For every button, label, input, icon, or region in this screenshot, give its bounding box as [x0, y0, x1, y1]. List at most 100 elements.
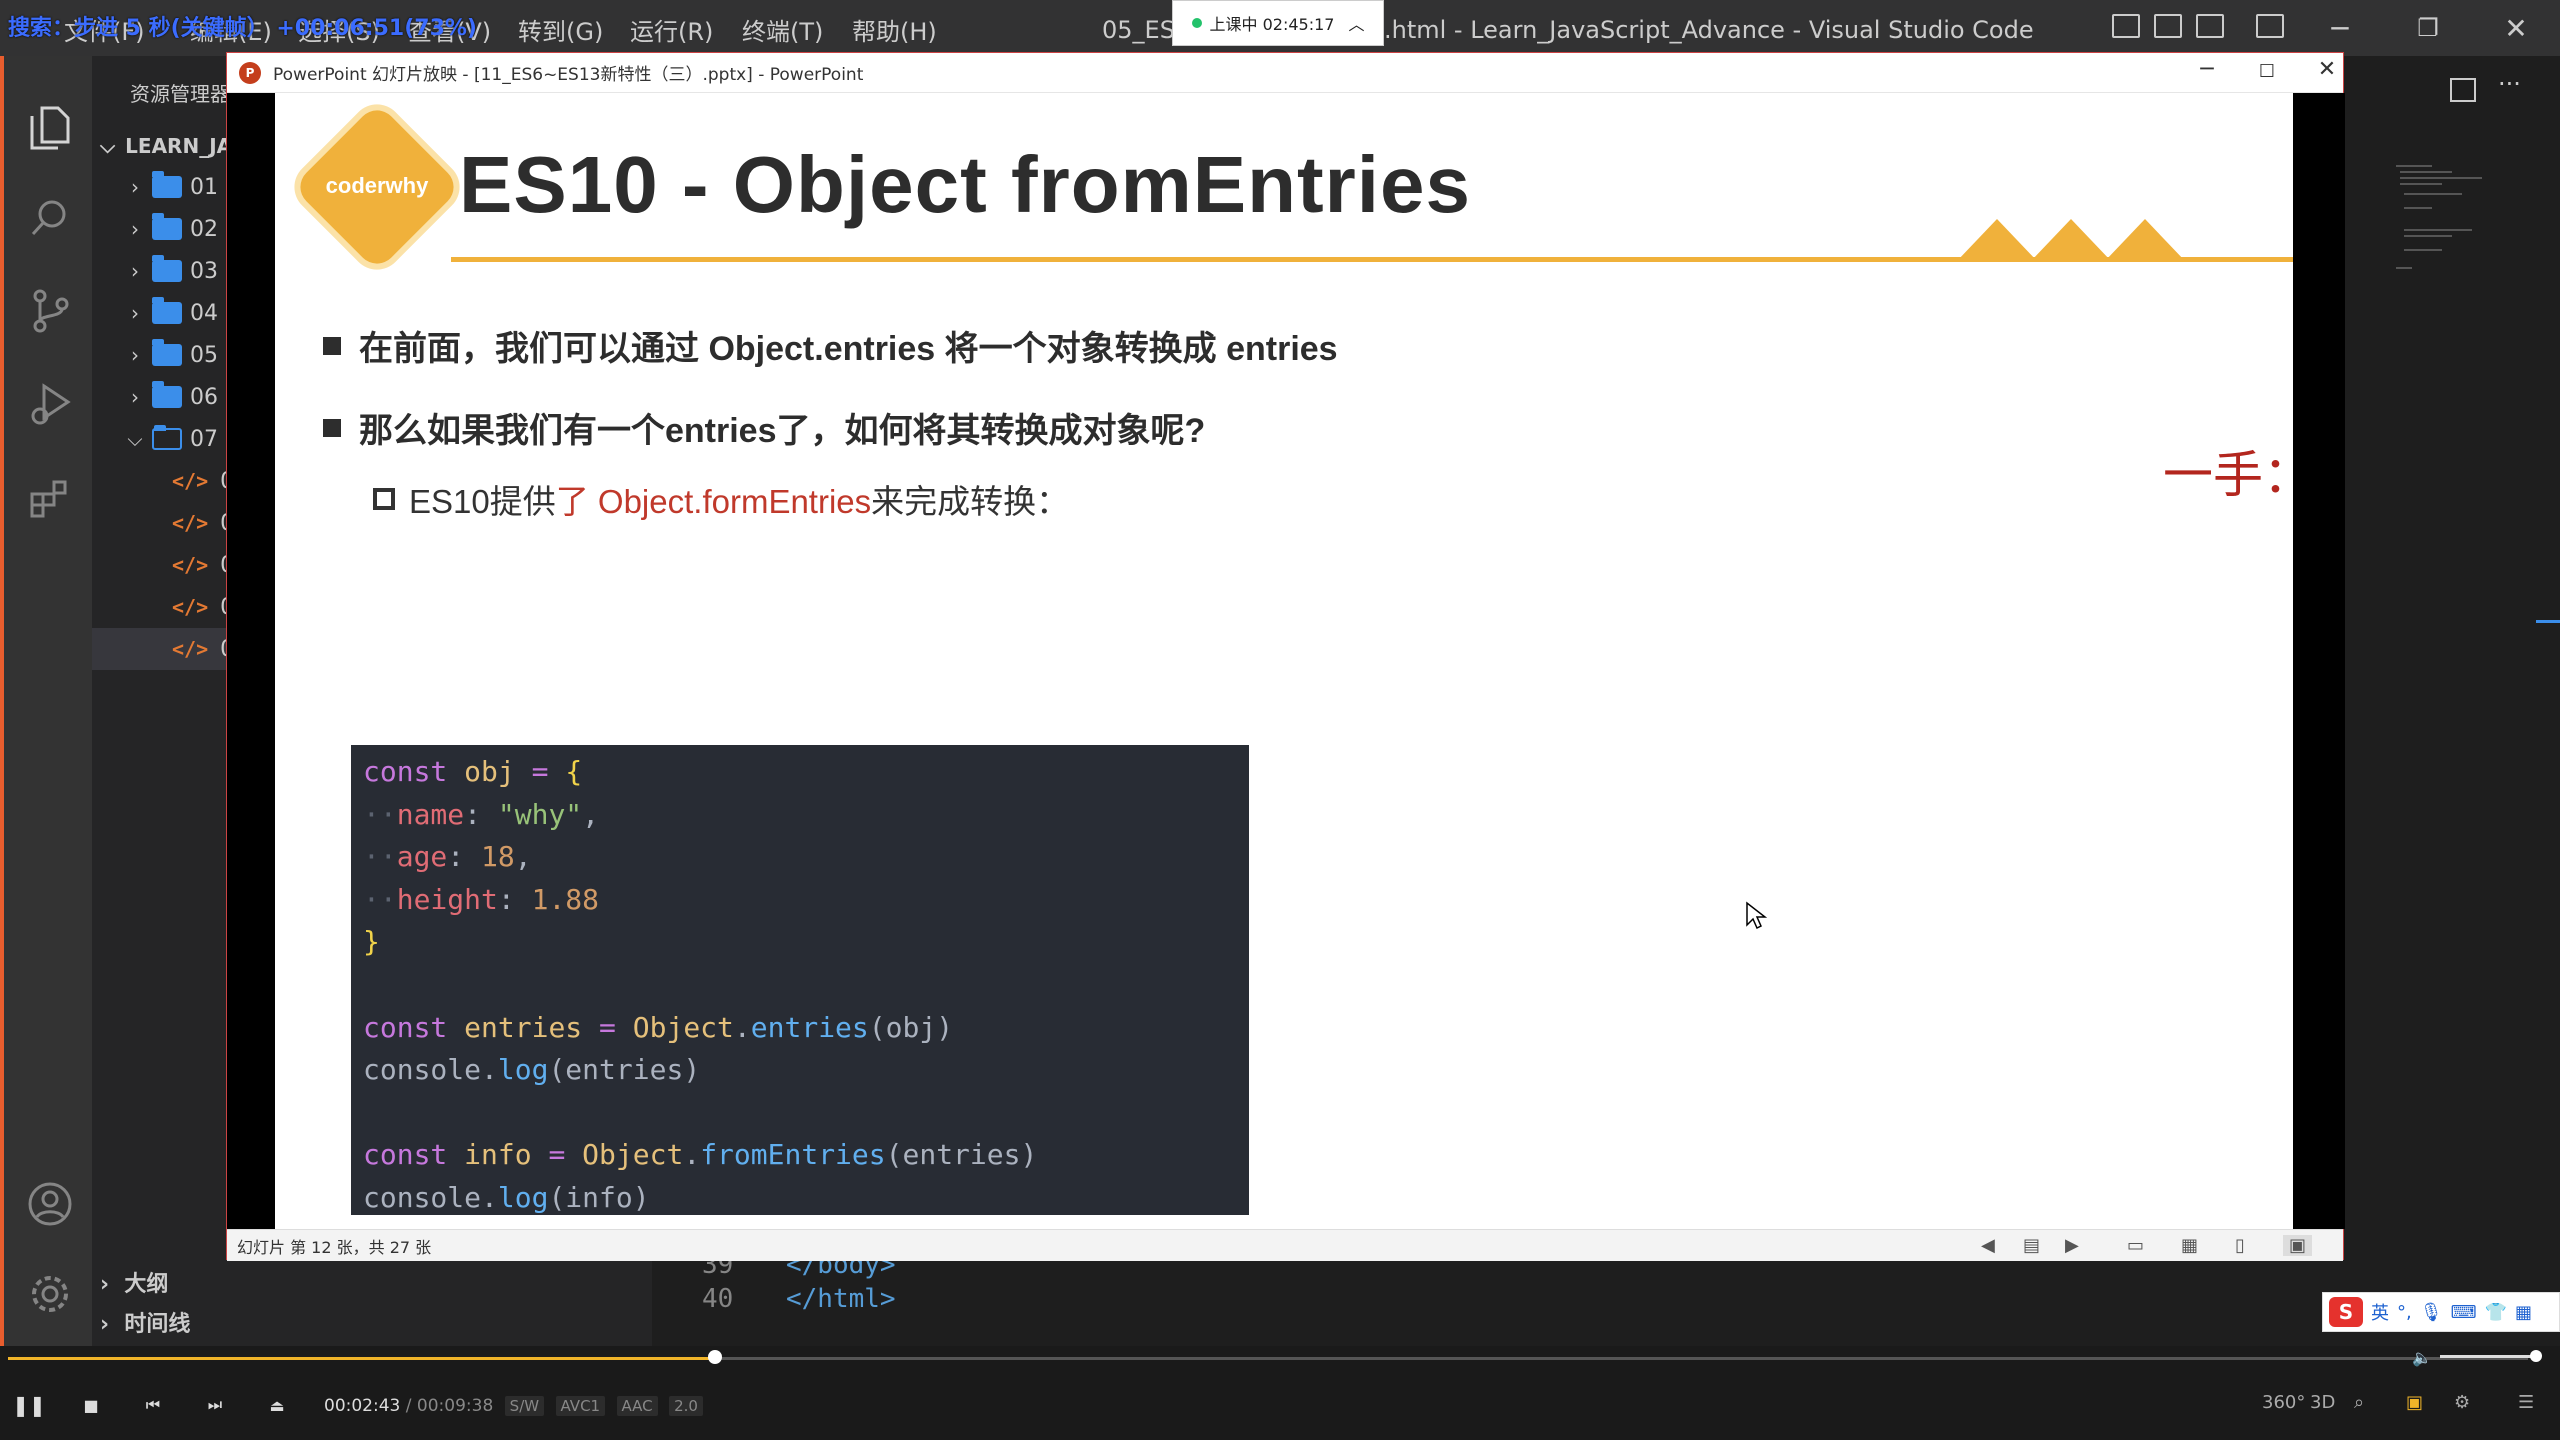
slide-sorter-icon[interactable]: ▦ [2181, 1235, 2198, 1256]
menu-terminal[interactable]: 终端(T) [742, 12, 823, 47]
folder-icon [152, 339, 182, 366]
chevron-up-icon[interactable]: ︿ [1348, 11, 1364, 35]
menu-icon[interactable]: ☰ [2518, 1392, 2534, 1413]
volume-slider[interactable] [2440, 1355, 2540, 1358]
run-debug-icon[interactable] [22, 376, 78, 432]
progress-played[interactable] [8, 1357, 714, 1360]
class-status-badge[interactable]: 上课中 02:45:17 ︿ [1172, 0, 1384, 46]
tree-folder[interactable]: › 05 [92, 334, 228, 376]
watermark-text: 一手：666java.com [2163, 446, 2293, 504]
progress-handle[interactable] [708, 1350, 722, 1364]
chevron-right-icon: › [100, 1272, 125, 1297]
html-file-icon: </> [172, 595, 209, 619]
zoom-search-icon[interactable]: ⌕ [2354, 1392, 2364, 1413]
folder-icon [152, 297, 182, 324]
extensions-icon[interactable] [22, 470, 78, 526]
chevron-right-icon: › [100, 1312, 125, 1337]
next-icon[interactable]: ⏭ [200, 1390, 230, 1420]
tree-file-selected[interactable]: </>0 [92, 628, 234, 670]
more-actions-icon[interactable]: ··· [2498, 70, 2521, 98]
tree-file[interactable]: </>0 [92, 544, 234, 586]
toggle-sidebar-icon[interactable] [2112, 14, 2140, 38]
source-control-icon[interactable] [22, 282, 78, 338]
chevron-down-icon: ⌵ [100, 134, 116, 158]
slide[interactable]: coderwhy ES10 - Object fromEntries 在前面，我… [275, 93, 2293, 1229]
tree-folder[interactable]: › 01 [92, 166, 228, 208]
microphone-icon[interactable]: 🎙 [2420, 1302, 2443, 1323]
slideshow-view-icon[interactable]: ▣ [2283, 1235, 2313, 1256]
customize-layout-icon[interactable] [2256, 14, 2284, 38]
next-slide-icon[interactable]: ▶ [2065, 1235, 2079, 1256]
workspace-header[interactable]: ⌵ LEARN_JA [100, 130, 232, 162]
normal-view-icon[interactable]: ▭ [2127, 1235, 2144, 1256]
toolbox-icon[interactable]: ▦ [2515, 1302, 2532, 1323]
skin-icon[interactable]: 👕 [2485, 1302, 2507, 1323]
menu-run[interactable]: 运行(R) [630, 12, 713, 47]
code-line: </html> [786, 1284, 896, 1314]
timeline-section[interactable]: › 时间线 [100, 1306, 190, 1338]
ppt-close-icon[interactable]: ✕ [2307, 57, 2347, 82]
progress-remaining[interactable] [714, 1357, 2528, 1360]
settings-gear-icon[interactable] [22, 1266, 78, 1322]
ppt-window-title: PowerPoint 幻灯片放映 - [11_ES6~ES13新特性（三）.pp… [273, 65, 864, 85]
decor-peak [1957, 219, 2037, 261]
subtitle-icon[interactable]: ▣ [2406, 1392, 2423, 1413]
bullet-2: 那么如果我们有一个entries了，如何将其转换成对象呢? [323, 403, 1205, 452]
tree-folder[interactable]: › 06 [92, 376, 228, 418]
code-block: const obj = { ··name: "why", ··age: 18, … [351, 745, 1249, 1215]
tree-file[interactable]: </>0 [92, 502, 234, 544]
menu-go[interactable]: 转到(G) [518, 12, 603, 47]
explorer-icon[interactable] [22, 100, 78, 156]
toggle-secondary-sidebar-icon[interactable] [2196, 14, 2224, 38]
decor-peak [2031, 219, 2111, 261]
stop-icon[interactable]: ■ [76, 1390, 106, 1420]
pause-icon[interactable]: ❚❚ [12, 1390, 46, 1420]
time-separator: / [405, 1396, 412, 1416]
previous-icon[interactable]: ⏮ [138, 1390, 168, 1420]
powerpoint-icon: P [239, 61, 261, 84]
folder-label: 05 [190, 342, 218, 368]
minimap[interactable] [2392, 160, 2492, 280]
tree-folder[interactable]: › 02 [92, 208, 228, 250]
three-d-icon[interactable]: 3D [2310, 1392, 2335, 1413]
volume-icon[interactable]: 🔈 [2412, 1348, 2432, 1367]
eject-icon[interactable]: ⏏ [262, 1390, 292, 1420]
menu-help[interactable]: 帮助(H) [852, 12, 937, 47]
folder-icon [152, 255, 182, 282]
bullet-square-icon [323, 418, 341, 437]
account-icon[interactable] [22, 1176, 78, 1232]
outline-section[interactable]: › 大纲 [100, 1266, 168, 1298]
previous-slide-icon[interactable]: ◀ [1981, 1235, 1995, 1256]
chevron-right-icon: › [131, 175, 139, 199]
settings-icon[interactable]: ⚙ [2454, 1392, 2470, 1413]
chevron-right-icon: › [131, 343, 139, 367]
search-icon[interactable] [22, 190, 78, 246]
live-dot-icon [1191, 18, 1202, 28]
close-icon[interactable]: ✕ [2496, 8, 2536, 48]
ime-toolbar[interactable]: S 英 °, 🎙 ⌨ 👕 ▦ [2322, 1292, 2560, 1332]
tree-folder[interactable]: › 03 [92, 250, 228, 292]
chevron-right-icon: › [131, 217, 139, 241]
ime-language[interactable]: 英 [2371, 1299, 2389, 1325]
toggle-panel-icon[interactable] [2154, 14, 2182, 38]
code-editor[interactable]: 39 </body> 40 </html> [652, 1250, 2560, 1346]
folder-icon [152, 213, 182, 240]
chevron-right-icon: › [131, 259, 139, 283]
restore-icon[interactable]: ❐ [2408, 8, 2448, 48]
split-editor-icon[interactable] [2450, 78, 2476, 102]
ppt-maximize-icon[interactable]: ☐ [2247, 61, 2287, 82]
activity-bar [0, 56, 92, 1346]
reading-view-icon[interactable]: ▯ [2235, 1235, 2245, 1256]
volume-handle[interactable] [2530, 1350, 2542, 1362]
minimize-icon[interactable]: ─ [2320, 8, 2360, 48]
tree-folder[interactable]: › 04 [92, 292, 228, 334]
tree-file[interactable]: </>0 [92, 460, 234, 502]
keyboard-icon[interactable]: ⌨ [2451, 1302, 2477, 1323]
ppt-minimize-icon[interactable]: ─ [2187, 57, 2227, 82]
tree-folder-open[interactable]: ⌵ 07 [92, 418, 228, 460]
folder-label: 06 [190, 384, 218, 410]
vr360-icon[interactable]: 360° [2262, 1392, 2305, 1413]
tree-file[interactable]: </>0 [92, 586, 234, 628]
slide-menu-icon[interactable]: ▤ [2023, 1235, 2040, 1256]
punctuation-icon[interactable]: °, [2397, 1302, 2412, 1323]
